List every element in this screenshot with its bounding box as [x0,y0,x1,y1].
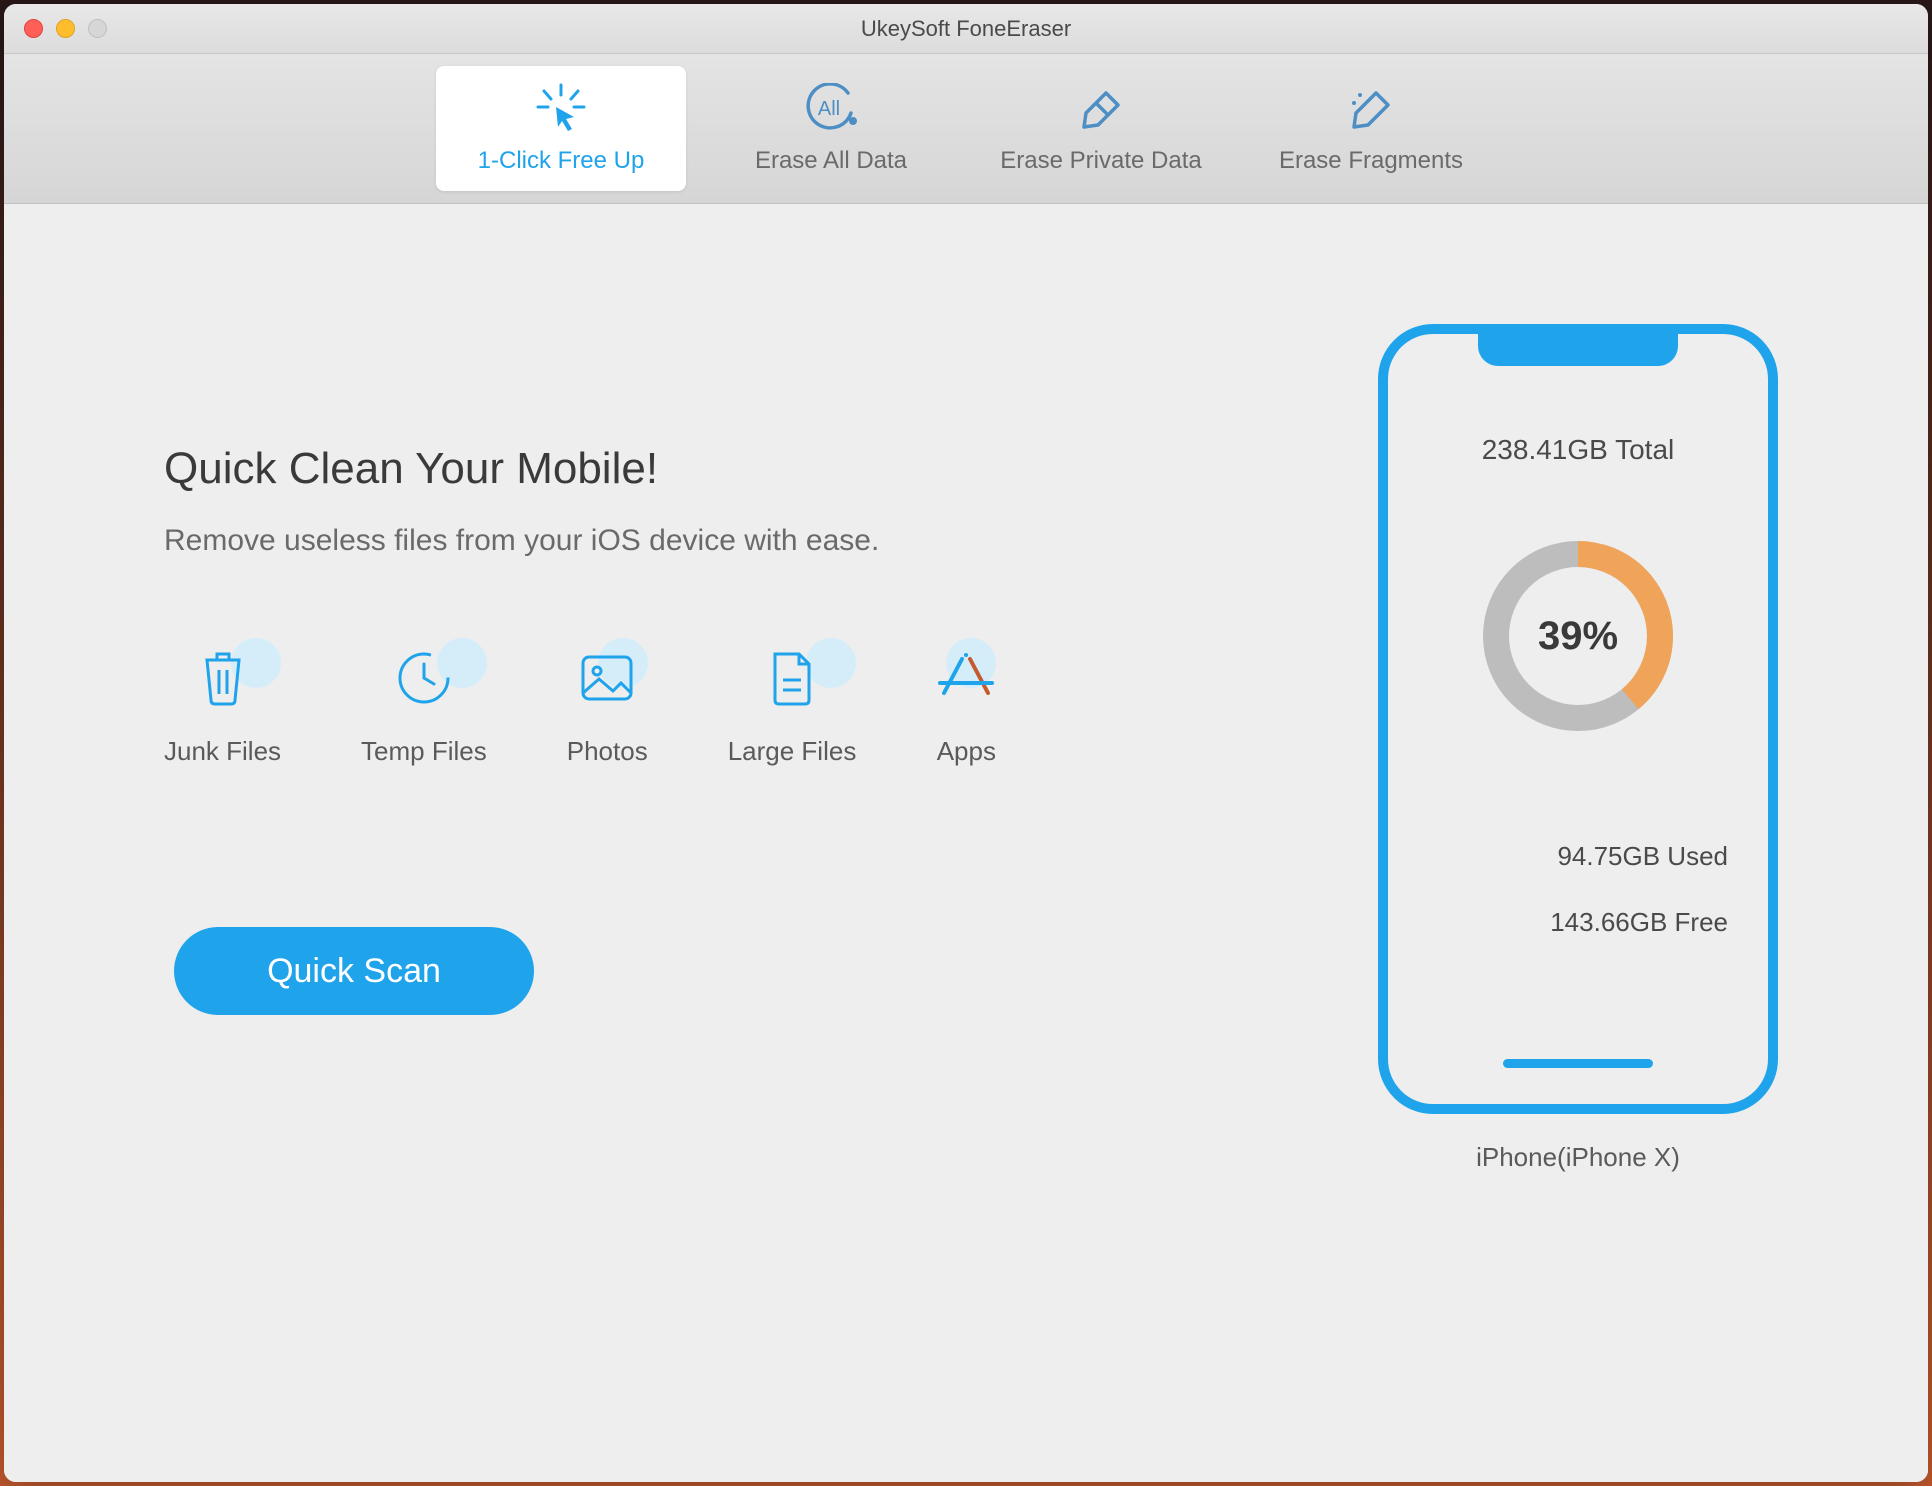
tab-label: Erase Private Data [1000,147,1201,175]
category-photos[interactable]: Photos [567,648,648,767]
erase-private-icon [1076,83,1126,133]
phone-home-indicator [1503,1059,1653,1068]
category-label: Photos [567,736,648,767]
titlebar: UkeySoft FoneEraser [4,4,1928,54]
photo-icon [579,648,635,708]
click-free-icon [532,83,590,133]
device-name: iPhone(iPhone X) [1476,1142,1680,1173]
category-label: Temp Files [361,736,487,767]
tab-erase-private-data[interactable]: Erase Private Data [976,66,1226,191]
storage-donut-chart: 39% [1473,531,1683,741]
tab-erase-all-data[interactable]: All Erase All Data [706,66,956,191]
storage-total: 238.41GB Total [1482,434,1675,466]
category-large-files[interactable]: Large Files [728,648,857,767]
device-illustration: 238.41GB Total 39% 94.75GB Used 143.66GB… [1378,324,1778,1114]
quick-scan-button[interactable]: Quick Scan [174,927,534,1015]
trash-icon [199,648,247,708]
left-panel: Quick Clean Your Mobile! Remove useless … [164,284,1328,1402]
storage-percent: 39% [1473,531,1683,741]
tab-label: Erase All Data [755,147,907,175]
content-area: Quick Clean Your Mobile! Remove useless … [4,204,1928,1482]
storage-free: 143.66GB Free [1550,907,1728,938]
category-label: Apps [937,736,996,767]
toolbar: 1-Click Free Up All Erase All Data Erase… [4,54,1928,204]
app-window: UkeySoft FoneEraser 1-Click Free Up [4,4,1928,1482]
category-label: Large Files [728,736,857,767]
file-icon [769,648,815,708]
svg-text:All: All [818,98,840,120]
category-junk-files[interactable]: Junk Files [164,648,281,767]
window-title: UkeySoft FoneEraser [4,16,1928,42]
page-subheading: Remove useless files from your iOS devic… [164,524,1328,558]
page-heading: Quick Clean Your Mobile! [164,444,1328,494]
category-label: Junk Files [164,736,281,767]
clock-icon [396,648,452,708]
tab-label: Erase Fragments [1279,147,1463,175]
tab-1-click-free-up[interactable]: 1-Click Free Up [436,66,686,191]
category-apps[interactable]: Apps [936,648,996,767]
phone-notch [1478,332,1678,366]
erase-all-icon: All [803,83,859,133]
tab-label: 1-Click Free Up [478,147,645,175]
category-temp-files[interactable]: Temp Files [361,648,487,767]
storage-used: 94.75GB Used [1557,841,1728,872]
right-panel: 238.41GB Total 39% 94.75GB Used 143.66GB… [1328,284,1828,1402]
apps-icon [936,648,996,708]
category-list: Junk Files Temp Files [164,648,1328,767]
tab-erase-fragments[interactable]: Erase Fragments [1246,66,1496,191]
erase-fragments-icon [1346,83,1396,133]
